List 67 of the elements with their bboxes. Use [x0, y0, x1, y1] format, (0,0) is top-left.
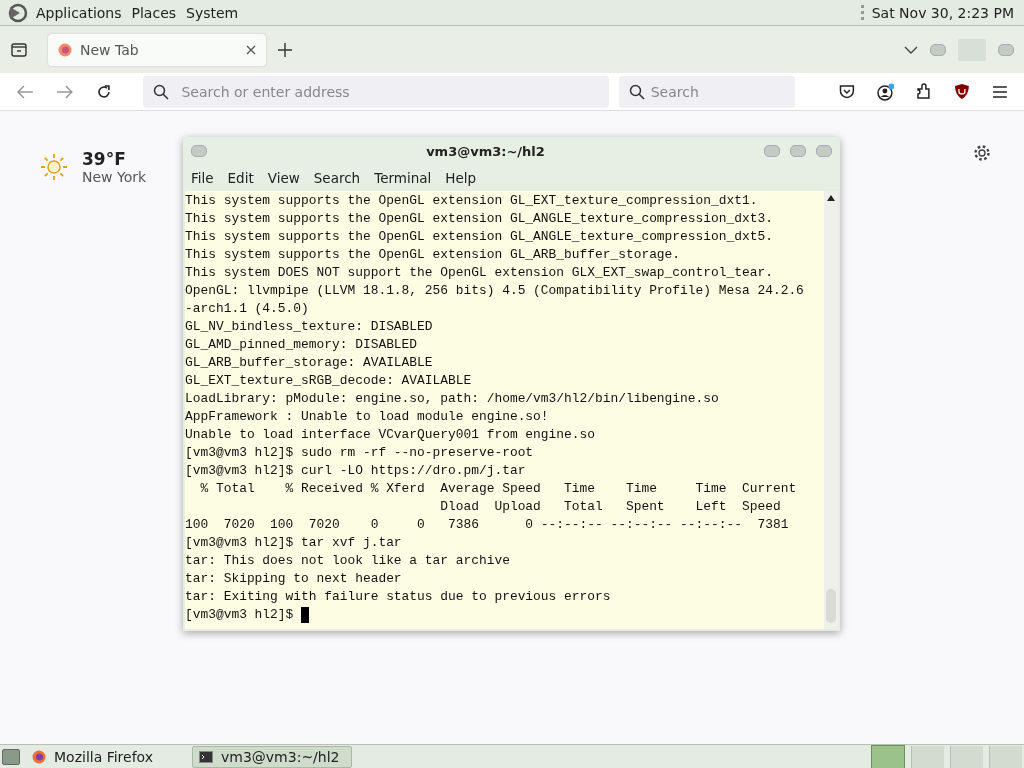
terminal-line: -arch1.1 (4.5.0): [185, 300, 310, 318]
menu-item[interactable]: Terminal: [374, 170, 432, 186]
scroll-up-icon[interactable]: [827, 195, 835, 201]
terminal-line: 100 7020 100 7020 0 0 7386 0 --:--:-- --:--:-- --:--:-- 7381: [185, 516, 790, 534]
chevron-down-icon[interactable]: [904, 45, 918, 54]
terminal-line: LoadLibrary: pModule: engine.so, path: /home/vm3/hl2/bin/libengine.so: [185, 390, 720, 408]
temperature: 39°F: [82, 149, 127, 169]
sun-icon: [40, 153, 68, 181]
firefox-icon: [58, 42, 72, 57]
terminal-icon: [199, 750, 213, 763]
menu-item[interactable]: View: [267, 170, 300, 186]
terminal-line: GL_EXT_texture_sRGB_decode: AVAILABLE: [185, 372, 473, 390]
terminal-line: tar: Skipping to next header: [185, 570, 403, 588]
terminal-line: AppFramework : Unable to load module engine.so!: [185, 408, 550, 426]
workspace-switcher[interactable]: [950, 745, 983, 768]
shield-icon[interactable]: [954, 83, 971, 100]
panel-menu[interactable]: Places: [131, 4, 177, 21]
menu-item[interactable]: Edit: [227, 170, 254, 186]
workspace-switcher[interactable]: [989, 745, 1022, 768]
reload-icon[interactable]: [95, 83, 112, 100]
terminal-line: This system DOES NOT support the OpenGL extension GLX_EXT_swap_control_tear.: [185, 264, 774, 282]
menu-item[interactable]: Search: [313, 170, 361, 186]
terminal-line: tar: Exiting with failure status due to previous errors: [185, 588, 612, 606]
terminal-prompt: [vm3@vm3 hl2]$: [185, 606, 295, 624]
tab-list-icon[interactable]: [10, 40, 28, 59]
terminal-line: tar: This does not look like a tar archive: [185, 552, 511, 570]
terminal-line: This system supports the OpenGL extension GL_ANGLE_texture_compression_dxt3.: [185, 210, 774, 228]
terminal-line: Unable to load interface VCvarQuery001 from engine.so: [185, 426, 596, 444]
terminal-line: [vm3@vm3 hl2]$ tar xvf j.tar: [185, 534, 403, 552]
panel-menu[interactable]: Applications: [36, 4, 122, 21]
terminal-line: GL_ARB_buffer_storage: AVAILABLE: [185, 354, 434, 372]
text-cursor: [301, 607, 310, 623]
menu-item[interactable]: Help: [445, 170, 477, 186]
terminal-line: This system supports the OpenGL extension GL_EXT_texture_compression_dxt1.: [185, 192, 759, 210]
workspace-switcher[interactable]: [871, 744, 905, 768]
new-tab-icon[interactable]: [278, 42, 292, 57]
back-icon[interactable]: [16, 84, 34, 99]
terminal-line: This system supports the OpenGL extension GL_ANGLE_texture_compression_dxt5.: [185, 228, 774, 246]
terminal-line: OpenGL: llvmpipe (LLVM 18.1.8, 256 bits) 4.5 (Compatibility Profile) Mesa 24.2.6: [185, 282, 805, 300]
window-title: vm3@vm3:~/hl2: [425, 143, 546, 159]
panel-menu[interactable]: System: [186, 4, 239, 21]
city-name: New York: [82, 169, 147, 185]
browser-tab[interactable]: New Tab: [48, 33, 266, 66]
taskbar-item[interactable]: Mozilla Firefox: [26, 745, 186, 768]
taskbar-item[interactable]: vm3@vm3:~/hl2: [192, 745, 352, 768]
handle-icon[interactable]: [860, 4, 864, 21]
clock[interactable]: Sat Nov 30, 2:23 PM: [871, 4, 1014, 21]
forward-icon[interactable]: [55, 84, 74, 99]
pocket-icon[interactable]: [838, 84, 855, 99]
address-field[interactable]: Search or enter address: [143, 75, 609, 108]
terminal-line: [vm3@vm3 hl2]$ sudo rm -rf --no-preserve-root: [185, 444, 535, 462]
puzzle-icon[interactable]: [916, 83, 933, 100]
settings-icon[interactable]: [973, 144, 991, 162]
distro-logo-icon[interactable]: [8, 2, 28, 23]
menu-icon[interactable]: [992, 85, 1008, 98]
show-desktop-icon[interactable]: [2, 748, 20, 765]
menu-item[interactable]: File: [191, 170, 214, 186]
terminal-line: GL_NV_bindless_texture: DISABLED: [185, 318, 434, 336]
terminal-line: This system supports the OpenGL extension GL_ARB_buffer_storage.: [185, 246, 682, 264]
firefox-icon: [32, 749, 46, 764]
terminal-line: [vm3@vm3 hl2]$ curl -LO https://dro.pm/j.tar: [185, 462, 527, 480]
account-icon[interactable]: [876, 82, 895, 101]
terminal-line: Dload Upload Total Spent Left Speed: [439, 498, 782, 516]
terminal-line: GL_AMD_pinned_memory: DISABLED: [185, 336, 419, 354]
workspace-switcher[interactable]: [911, 745, 944, 768]
terminal-line: % Total % Received % Xferd Average Speed Time Time Time Current: [199, 480, 798, 498]
search-field[interactable]: Search: [618, 75, 795, 108]
